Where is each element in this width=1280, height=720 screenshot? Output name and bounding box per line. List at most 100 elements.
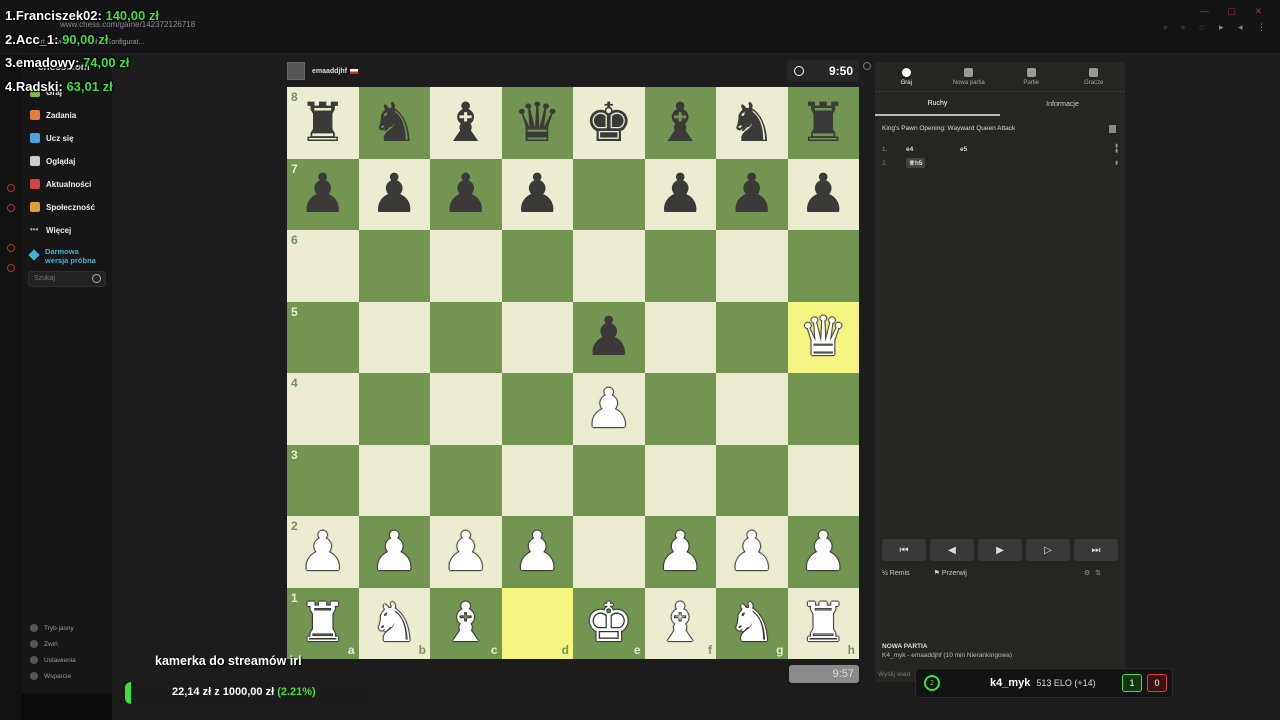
opponent-name[interactable]: emaaddjhf — [312, 68, 347, 75]
white-knight-icon[interactable]: ♞ — [370, 596, 418, 650]
white-pawn-icon[interactable]: ♟ — [299, 524, 347, 579]
square-c8[interactable]: ♝ — [430, 87, 502, 159]
move-white[interactable]: e4 — [906, 146, 960, 153]
square-h5[interactable]: ♛ — [787, 301, 859, 373]
white-pawn-icon[interactable]: ♟ — [370, 524, 418, 579]
white-pawn-icon[interactable]: ♟ — [513, 524, 561, 579]
book-icon[interactable] — [1109, 125, 1116, 133]
square-d6[interactable] — [501, 230, 573, 302]
square-f3[interactable] — [644, 444, 716, 516]
square-e4[interactable]: ♟ — [573, 373, 645, 445]
black-pawn-icon[interactable]: ♟ — [585, 310, 633, 364]
white-king-icon[interactable]: ♚ — [585, 596, 633, 650]
light-mode-toggle[interactable]: Tryb jasny — [30, 620, 76, 636]
square-h4[interactable] — [787, 373, 859, 445]
free-trial-link[interactable]: Darmowa wersja próbna — [28, 247, 96, 265]
square-f5[interactable] — [644, 301, 716, 373]
square-a5[interactable]: 5 — [287, 301, 359, 373]
support-link[interactable]: Wsparcie — [30, 668, 76, 684]
next-move-button[interactable]: ▷ — [1026, 539, 1070, 561]
last-move-button[interactable]: ⏭ — [1074, 539, 1118, 561]
chess-board[interactable]: 8 ♜ ♞ ♝ ♛ ♚ ♝ ♞ ♜ 7 ♟ ♟ ♟ ♟ ♟ ♟ ♟ 6 5 ♟ ♛ 4 ♟ 3 2 ♟ ♟ ♟ ♟ ♟ ♟ ♟ 1 a ♜ b ♞ c ♝ d… — [287, 87, 859, 659]
square-b1[interactable]: b ♞ — [358, 587, 430, 659]
square-b3[interactable] — [358, 444, 430, 516]
square-g2[interactable]: ♟ — [716, 516, 788, 588]
settings-link[interactable]: Ustawienia — [30, 652, 76, 668]
black-bishop-icon[interactable]: ♝ — [442, 95, 490, 150]
first-move-button[interactable]: ⏮ — [882, 539, 926, 561]
flip-board-icon[interactable]: ⚙⇅ — [1084, 569, 1106, 577]
panel-dot-icon[interactable] — [7, 244, 15, 252]
square-a3[interactable]: 3 — [287, 444, 359, 516]
avatar[interactable] — [287, 62, 305, 80]
square-c1[interactable]: c ♝ — [430, 587, 502, 659]
square-d5[interactable] — [501, 301, 573, 373]
white-knight-icon[interactable]: ♞ — [728, 596, 776, 650]
search-icon[interactable] — [92, 274, 101, 283]
white-rook-icon[interactable]: ♜ — [799, 596, 847, 650]
square-g7[interactable]: ♟ — [716, 158, 788, 230]
white-pawn-icon[interactable]: ♟ — [442, 524, 490, 579]
square-f1[interactable]: f ♝ — [644, 587, 716, 659]
square-f4[interactable] — [644, 373, 716, 445]
square-f7[interactable]: ♟ — [644, 158, 716, 230]
black-pawn-icon[interactable]: ♟ — [299, 167, 347, 221]
white-pawn-icon[interactable]: ♟ — [799, 524, 847, 579]
square-c2[interactable]: ♟ — [430, 516, 502, 588]
square-e1[interactable]: e ♚ — [573, 587, 645, 659]
square-e5[interactable]: ♟ — [573, 301, 645, 373]
square-d7[interactable]: ♟ — [501, 158, 573, 230]
panel-dot-icon[interactable] — [7, 204, 15, 212]
square-c7[interactable]: ♟ — [430, 158, 502, 230]
square-c3[interactable] — [430, 444, 502, 516]
square-g1[interactable]: g ♞ — [716, 587, 788, 659]
black-knight-icon[interactable]: ♞ — [370, 95, 418, 150]
collapse-button[interactable]: Zwiń — [30, 636, 76, 652]
square-h7[interactable]: ♟ — [787, 158, 859, 230]
square-d8[interactable]: ♛ — [501, 87, 573, 159]
square-h1[interactable]: h ♜ — [787, 587, 859, 659]
square-a8[interactable]: 8 ♜ — [287, 87, 359, 159]
black-pawn-icon[interactable]: ♟ — [799, 167, 847, 221]
prev-move-button[interactable]: ◀ — [930, 539, 974, 561]
black-bishop-icon[interactable]: ♝ — [656, 95, 704, 150]
white-pawn-icon[interactable]: ♟ — [656, 524, 704, 579]
black-queen-icon[interactable]: ♛ — [513, 95, 561, 150]
square-b2[interactable]: ♟ — [358, 516, 430, 588]
square-b5[interactable] — [358, 301, 430, 373]
square-f6[interactable] — [644, 230, 716, 302]
black-rook-icon[interactable]: ♜ — [299, 95, 347, 150]
square-d3[interactable] — [501, 444, 573, 516]
square-a6[interactable]: 6 — [287, 230, 359, 302]
draw-button[interactable]: ½ Remis — [882, 570, 922, 577]
square-a1[interactable]: 1 a ♜ — [287, 587, 359, 659]
chat-input[interactable]: Wyślij wiad — [878, 671, 910, 678]
square-h8[interactable]: ♜ — [787, 87, 859, 159]
sidebar-item-more[interactable]: ••• Więcej — [30, 223, 71, 237]
square-h2[interactable]: ♟ — [787, 516, 859, 588]
opening-name[interactable]: King's Pawn Opening: Wayward Queen Attac… — [882, 125, 1015, 132]
white-rook-icon[interactable]: ♜ — [299, 596, 347, 650]
square-g6[interactable] — [716, 230, 788, 302]
white-queen-icon[interactable]: ♛ — [799, 310, 847, 364]
sidebar-item-learn[interactable]: Ucz się — [30, 131, 74, 145]
tab-players[interactable]: Gracze — [1063, 62, 1126, 91]
square-a4[interactable]: 4 — [287, 373, 359, 445]
square-b8[interactable]: ♞ — [358, 87, 430, 159]
square-c4[interactable] — [430, 373, 502, 445]
square-a2[interactable]: 2 ♟ — [287, 516, 359, 588]
square-f8[interactable]: ♝ — [644, 87, 716, 159]
square-e8[interactable]: ♚ — [573, 87, 645, 159]
tab-games[interactable]: Partie — [1000, 62, 1063, 91]
square-d4[interactable] — [501, 373, 573, 445]
black-pawn-icon[interactable]: ♟ — [656, 167, 704, 221]
square-a7[interactable]: 7 ♟ — [287, 158, 359, 230]
move-black[interactable]: e5 — [960, 146, 1060, 153]
tab-info[interactable]: Informacje — [1000, 92, 1125, 116]
black-pawn-icon[interactable]: ♟ — [513, 167, 561, 221]
abort-button[interactable]: ⚑ Przerwij — [934, 569, 979, 577]
sidebar-item-puzzles[interactable]: Zadania — [30, 108, 76, 122]
panel-dot-icon[interactable] — [7, 264, 15, 272]
white-bishop-icon[interactable]: ♝ — [442, 596, 490, 650]
square-b4[interactable] — [358, 373, 430, 445]
